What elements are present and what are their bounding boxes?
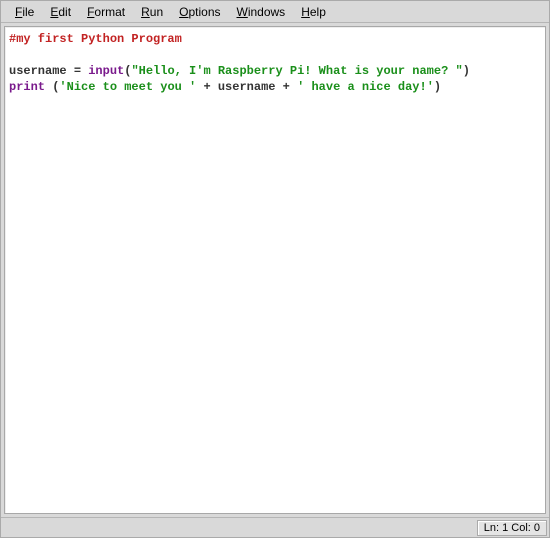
editor-window: File Edit Format Run Options Windows Hel… bbox=[0, 0, 550, 538]
menu-help[interactable]: Help bbox=[293, 3, 334, 21]
code-builtin: input bbox=[88, 64, 124, 78]
code-identifier: username bbox=[218, 80, 276, 94]
cursor-position: Ln: 1 Col: 0 bbox=[477, 520, 547, 536]
code-identifier: username bbox=[9, 64, 74, 78]
menu-windows[interactable]: Windows bbox=[229, 3, 294, 21]
menu-format[interactable]: Format bbox=[79, 3, 133, 21]
code-string: 'Nice to meet you ' bbox=[59, 80, 196, 94]
code-builtin: print bbox=[9, 80, 52, 94]
menu-run[interactable]: Run bbox=[133, 3, 171, 21]
menu-edit[interactable]: Edit bbox=[42, 3, 79, 21]
statusbar: Ln: 1 Col: 0 bbox=[1, 517, 549, 537]
code-operator: + bbox=[196, 80, 218, 94]
code-string: "Hello, I'm Raspberry Pi! What is your n… bbox=[131, 64, 462, 78]
code-comment: #my first Python Program bbox=[9, 32, 182, 46]
code-string: ' have a nice day!' bbox=[297, 80, 434, 94]
editor-container: #my first Python Program username = inpu… bbox=[1, 23, 549, 517]
menubar: File Edit Format Run Options Windows Hel… bbox=[1, 1, 549, 23]
code-operator: = bbox=[74, 64, 88, 78]
code-editor[interactable]: #my first Python Program username = inpu… bbox=[4, 26, 546, 514]
menu-options[interactable]: Options bbox=[171, 3, 228, 21]
code-paren: ) bbox=[434, 80, 441, 94]
code-paren: ) bbox=[463, 64, 470, 78]
code-operator: + bbox=[275, 80, 297, 94]
menu-file[interactable]: File bbox=[7, 3, 42, 21]
